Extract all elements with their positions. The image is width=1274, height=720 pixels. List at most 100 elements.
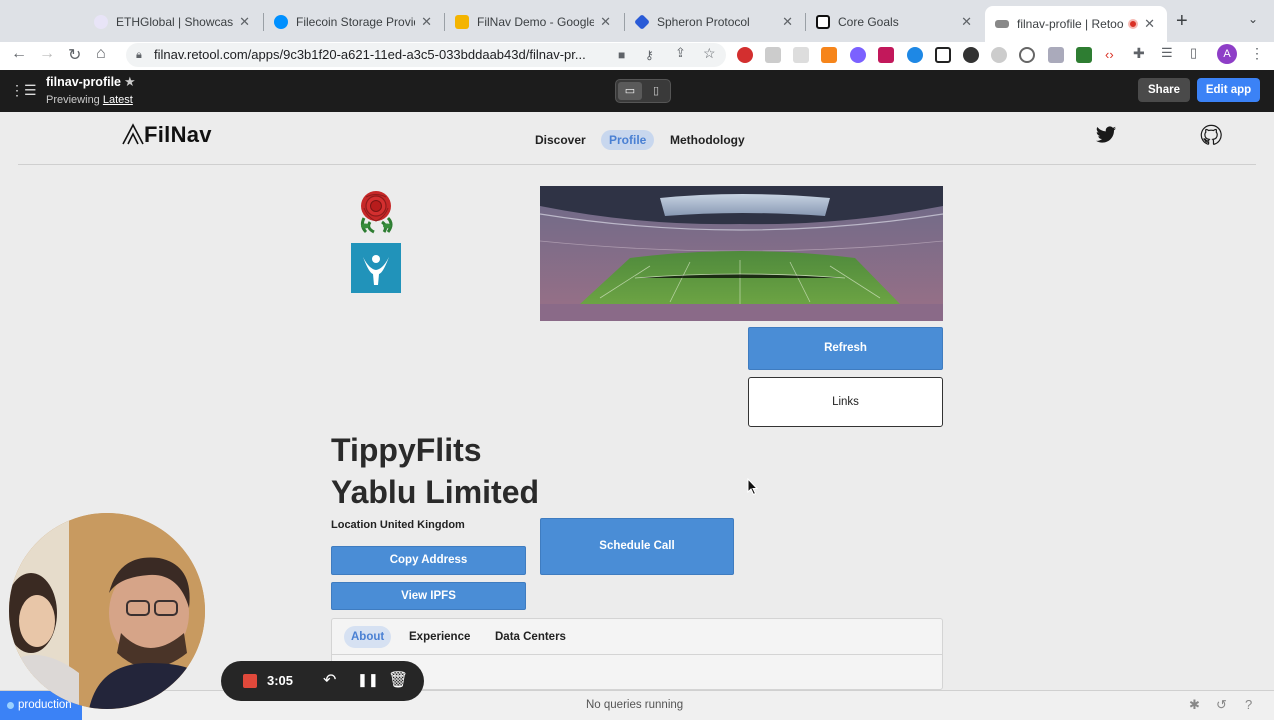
logo-text: FilNav [144, 122, 212, 147]
environment-label: production [18, 699, 72, 711]
undo-icon[interactable]: ↶ [323, 670, 336, 690]
pause-icon[interactable]: ❚❚ [357, 672, 379, 688]
reading-list-icon[interactable]: ☰ [1161, 45, 1173, 61]
new-tab-icon[interactable]: + [1176, 10, 1188, 33]
lock-icon: 🔒︎ [136, 49, 142, 61]
extension-icon[interactable] [907, 47, 923, 63]
links-button[interactable]: Links [748, 377, 943, 427]
recording-timer: 3:05 [267, 673, 294, 688]
forward-icon[interactable]: → [39, 45, 55, 63]
refresh-button[interactable]: Refresh [748, 327, 943, 370]
browser-tab[interactable]: Filecoin Storage Provider ✕ [264, 8, 444, 36]
back-icon[interactable]: ← [11, 45, 27, 63]
camera-icon[interactable]: ■ [618, 48, 625, 62]
home-icon[interactable]: ⌂ [96, 45, 106, 63]
close-tab-icon[interactable]: ✕ [961, 14, 972, 30]
browser-menu-icon[interactable]: ⋮ [1250, 45, 1264, 62]
extension-icon[interactable] [793, 47, 809, 63]
tab-title: Spheron Protocol [657, 15, 750, 29]
extension-icon[interactable] [850, 47, 866, 63]
close-tab-icon[interactable]: ✕ [239, 14, 250, 30]
mail-extension-icon[interactable] [765, 47, 781, 63]
tab-title: Core Goals [838, 15, 899, 29]
favorite-star-icon[interactable]: ★ [124, 74, 136, 90]
person-figure-icon [363, 255, 389, 285]
close-tab-icon[interactable]: ✕ [782, 14, 793, 30]
close-tab-icon[interactable]: ✕ [421, 14, 432, 30]
webcam-overlay [9, 513, 205, 709]
tab-experience[interactable]: Experience [402, 626, 477, 648]
tab-about[interactable]: About [344, 626, 392, 648]
preview-version-link[interactable]: Latest [103, 94, 133, 106]
bookmark-star-icon[interactable]: ☆ [703, 45, 716, 62]
github-icon[interactable] [1200, 124, 1222, 146]
browser-tab[interactable]: ETHGlobal | Showcase ✕ [84, 8, 262, 36]
screen-recorder-controls: 3:05 ↶ ❚❚ 🗑︎ [221, 661, 424, 701]
preview-label: Previewing [46, 94, 100, 106]
device-toggle: ▭ ▯ [615, 79, 671, 103]
environment-dot-icon [7, 702, 14, 709]
side-panel-icon[interactable]: ▯ [1190, 45, 1197, 61]
browser-tab[interactable]: Core Goals ✕ [806, 8, 984, 36]
extension-icon[interactable] [1048, 47, 1064, 63]
browser-tab-active[interactable]: filnav-profile | Retool ✕ [985, 6, 1167, 42]
metamask-icon[interactable] [821, 47, 837, 63]
puzzle-extensions-icon[interactable]: ✚ [1133, 45, 1145, 62]
nav-methodology[interactable]: Methodology [662, 130, 753, 150]
history-icon[interactable]: ↺ [1216, 697, 1227, 713]
retool-status-bar: production No queries running ✱ ↺ ? [0, 690, 1274, 720]
desktop-view-icon[interactable]: ▭ [618, 82, 642, 100]
app-menu-icon[interactable]: ⋮☰ [10, 82, 37, 99]
share-button[interactable]: Share [1138, 78, 1190, 102]
browser-tab[interactable]: Spheron Protocol ✕ [625, 8, 805, 36]
stadium-banner-image [540, 186, 943, 321]
tab-title: Filecoin Storage Provider [296, 15, 415, 29]
preview-status: Previewing Latest [46, 94, 133, 106]
key-icon[interactable]: ⚷ [645, 48, 654, 62]
profile-avatar[interactable]: A [1217, 44, 1237, 64]
extension-icon[interactable] [737, 47, 753, 63]
copy-address-button[interactable]: Copy Address [331, 546, 526, 575]
edit-app-button[interactable]: Edit app [1197, 78, 1260, 102]
tab-data-centers[interactable]: Data Centers [488, 626, 573, 648]
trash-icon[interactable]: 🗑︎ [388, 670, 408, 690]
help-icon[interactable]: ? [1245, 697, 1252, 712]
reload-icon[interactable]: ↻ [68, 45, 81, 65]
ethglobal-favicon-icon [94, 15, 108, 29]
notion-favicon-icon [816, 15, 830, 29]
view-ipfs-button[interactable]: View IPFS [331, 582, 526, 610]
stop-recording-button[interactable] [243, 674, 257, 688]
code-extension-icon[interactable]: ‹› [1105, 47, 1114, 62]
company-name: Yablu Limited [331, 474, 540, 510]
share-page-icon[interactable]: ⇪ [675, 45, 686, 61]
close-tab-icon[interactable]: ✕ [1144, 16, 1155, 32]
mobile-view-icon[interactable]: ▯ [644, 82, 668, 100]
debug-bug-icon[interactable]: ✱ [1189, 697, 1200, 713]
filecoin-favicon-icon [274, 15, 288, 29]
google-slides-favicon-icon [455, 15, 469, 29]
webcam-video-image [9, 513, 205, 709]
stadium-image [540, 186, 943, 321]
extension-icon[interactable] [991, 47, 1007, 63]
nav-profile[interactable]: Profile [601, 130, 655, 150]
retool-header: ⋮☰ filnav-profile ★ Previewing Latest ▭ … [0, 70, 1274, 112]
address-bar[interactable]: 🔒︎ filnav.retool.com/apps/9c3b1f20-a621-… [126, 43, 726, 67]
extension-icon[interactable] [963, 47, 979, 63]
browser-tab-bar: ETHGlobal | Showcase ✕ Filecoin Storage … [0, 0, 1274, 42]
extension-icon[interactable] [1019, 47, 1035, 63]
filnav-logo-mark-icon [122, 123, 144, 145]
schedule-call-button[interactable]: Schedule Call [540, 518, 734, 575]
tab-title: ETHGlobal | Showcase [116, 15, 234, 29]
tab-search-chevron-icon[interactable]: ⌄ [1248, 12, 1258, 26]
extension-icon[interactable] [1076, 47, 1092, 63]
recording-indicator-icon [1128, 19, 1139, 29]
nav-discover[interactable]: Discover [527, 130, 594, 150]
twitter-icon[interactable] [1095, 124, 1117, 146]
tabs-divider [332, 654, 942, 655]
close-tab-icon[interactable]: ✕ [600, 14, 611, 30]
filnav-logo[interactable]: FilNav [122, 122, 212, 148]
notion-extension-icon[interactable] [935, 47, 951, 63]
browser-tab[interactable]: FilNav Demo - Google Sl ✕ [445, 8, 623, 36]
mouse-cursor-icon [747, 478, 759, 496]
extension-icon[interactable] [878, 47, 894, 63]
